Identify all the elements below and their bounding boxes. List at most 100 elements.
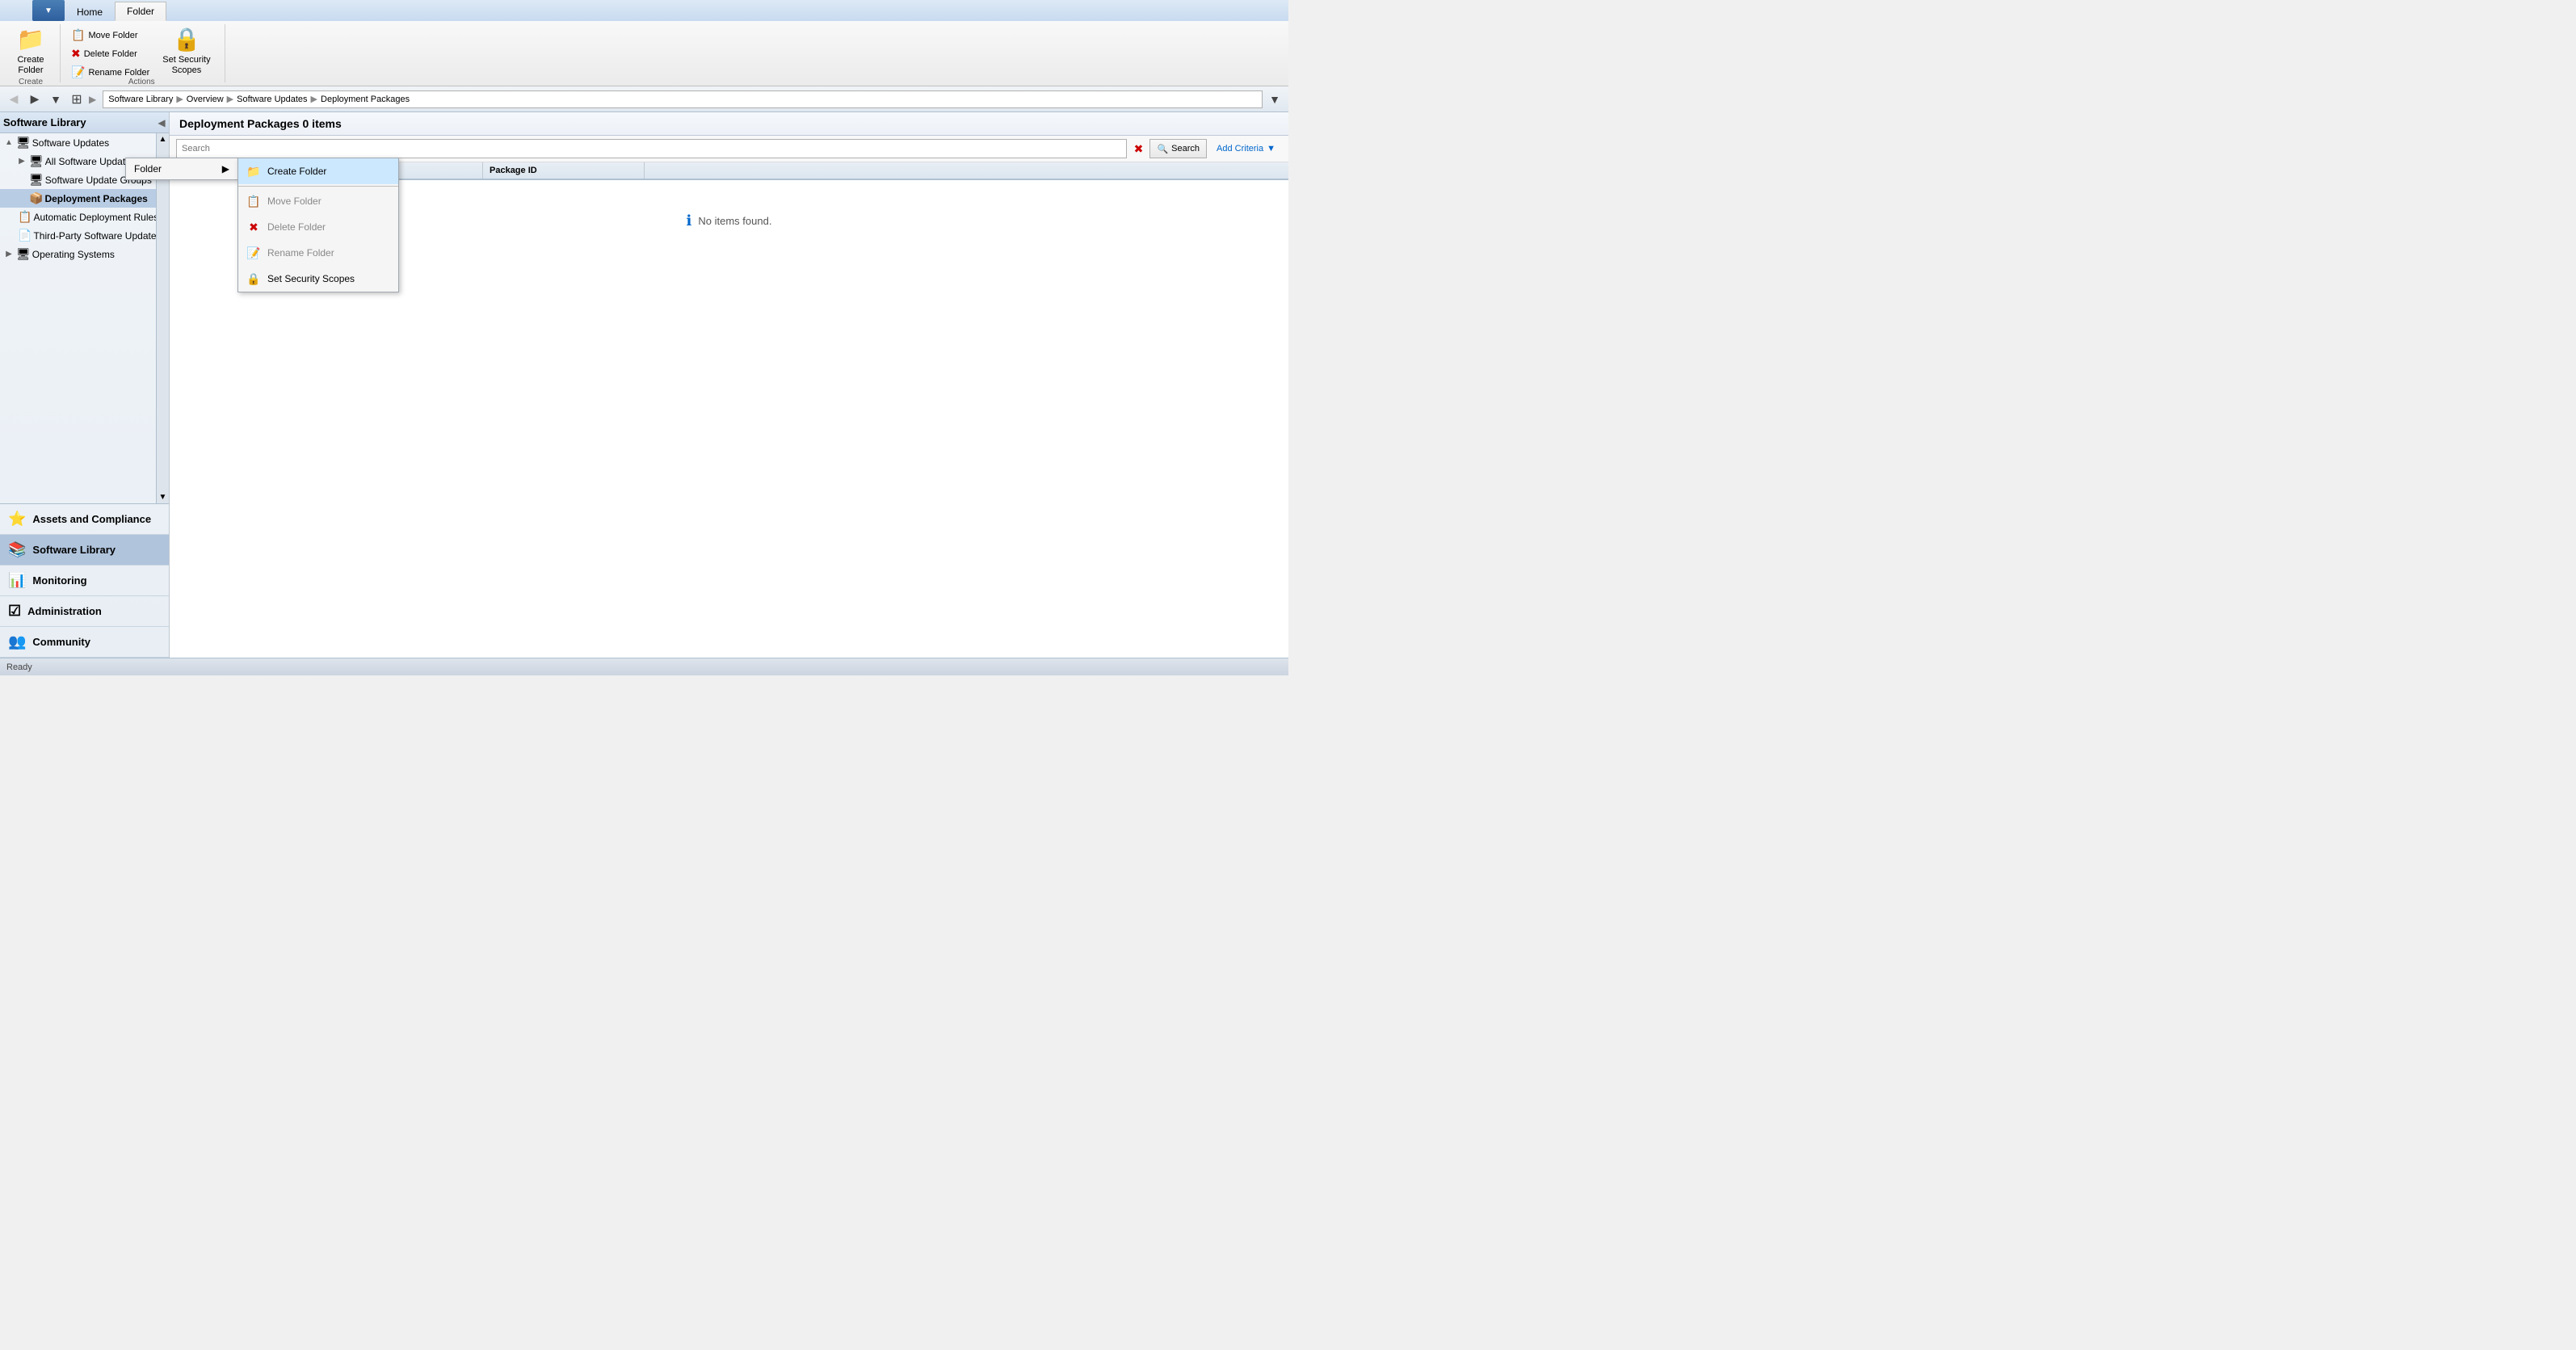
ribbon-group-create-buttons: 📁 CreateFolder <box>10 26 52 76</box>
table-resize-0[interactable]: ⬆ <box>170 162 176 179</box>
sidebar-scroll-down-icon[interactable]: ▼ <box>159 493 167 502</box>
app-menu-arrow-icon: ▼ <box>44 6 53 15</box>
column-name-label: Name <box>247 166 271 175</box>
add-criteria-button[interactable]: Add Criteria ▼ <box>1210 139 1282 158</box>
nav-item-monitoring[interactable]: 📊 Monitoring <box>0 566 169 596</box>
set-security-scopes-button[interactable]: 🔒 Set SecurityScopes <box>157 26 216 76</box>
community-icon: 👥 <box>8 633 26 650</box>
empty-message: ℹ No items found. <box>170 180 1288 262</box>
forward-button[interactable]: ▶ <box>26 90 44 108</box>
column-header-icon[interactable]: Icon <box>176 162 241 179</box>
column-package-id-label: Package ID <box>490 166 537 175</box>
nav-dropdown-button[interactable]: ▼ <box>47 90 65 108</box>
sidebar-collapse-button[interactable]: ◀ <box>154 116 169 130</box>
breadcrumb-item-overview[interactable]: Overview <box>187 95 224 104</box>
all-software-updates-icon: 🖥 <box>29 154 44 168</box>
move-folder-button[interactable]: 📋 Move Folder <box>67 26 153 44</box>
search-button[interactable]: 🔍 Search <box>1149 139 1207 158</box>
sidebar-title: Software Library <box>3 116 86 128</box>
status-text: Ready <box>6 662 32 672</box>
breadcrumb-item-library[interactable]: Software Library <box>108 95 173 104</box>
add-criteria-dropdown-icon: ▼ <box>1267 144 1275 154</box>
table-header: ⬆ Icon Name Package ID <box>170 162 1288 180</box>
os-icon: 🖥 <box>16 247 31 261</box>
main-layout: Software Library ◀ ▲ 🖥 Software Updates … <box>0 112 1288 658</box>
breadcrumb-item-deployment-packages[interactable]: Deployment Packages <box>321 95 410 104</box>
breadcrumb-dropdown-button[interactable]: ▼ <box>1266 90 1284 108</box>
delete-folder-button[interactable]: ✖ Delete Folder <box>67 44 153 63</box>
sidebar-label-third-party: Third-Party Software Update Catalogs <box>33 230 156 242</box>
sidebar-item-all-software-updates[interactable]: ▶ 🖥 All Software Updates <box>0 152 156 170</box>
ribbon-group-create: 📁 CreateFolder Create <box>5 24 61 82</box>
expand-icon-os[interactable]: ▶ <box>3 250 15 259</box>
sidebar-tree: ▲ 🖥 Software Updates ▶ 🖥 All Software Up… <box>0 133 156 503</box>
nav-item-community[interactable]: 👥 Community <box>0 627 169 658</box>
sidebar-item-deployment-packages[interactable]: 📦 Deployment Packages <box>0 189 156 208</box>
back-button[interactable]: ◀ <box>5 90 23 108</box>
column-header-name[interactable]: Name <box>241 162 483 179</box>
nav-item-administration-label: Administration <box>27 605 102 617</box>
rename-folder-label: Rename Folder <box>88 68 149 78</box>
ribbon-group-actions-buttons: 📋 Move Folder ✖ Delete Folder 📝 Rename F… <box>67 26 216 76</box>
nav-item-assets[interactable]: ⭐ Assets and Compliance <box>0 504 169 535</box>
info-icon: ℹ <box>687 212 692 229</box>
app-menu-button[interactable]: ▼ <box>32 0 65 21</box>
breadcrumb-sep-3: ▶ <box>311 94 317 104</box>
ribbon-small-action-buttons: 📋 Move Folder ✖ Delete Folder 📝 Rename F… <box>67 26 153 76</box>
sidebar-item-third-party-catalogs[interactable]: 📄 Third-Party Software Update Catalogs <box>0 226 156 245</box>
sidebar-label-os: Operating Systems <box>32 249 115 260</box>
administration-icon: ☑ <box>8 603 21 620</box>
sidebar-item-automatic-deployment-rules[interactable]: 📋 Automatic Deployment Rules <box>0 208 156 226</box>
status-bar: Ready <box>0 658 1288 675</box>
nav-item-software-library[interactable]: 📚 Software Library <box>0 535 169 566</box>
create-folder-button[interactable]: 📁 CreateFolder <box>10 26 52 76</box>
ribbon-group-actions-label: Actions <box>128 78 155 86</box>
add-criteria-label: Add Criteria <box>1217 144 1263 154</box>
sidebar-item-software-update-groups[interactable]: 🖥 Software Update Groups <box>0 170 156 189</box>
sidebar-scroll-up-icon[interactable]: ▲ <box>159 135 167 144</box>
search-icon: 🔍 <box>1157 144 1168 154</box>
breadcrumb[interactable]: Software Library ▶ Overview ▶ Software U… <box>103 90 1263 108</box>
search-button-label: Search <box>1171 144 1200 154</box>
column-header-package-id[interactable]: Package ID <box>483 162 645 179</box>
nav-item-administration[interactable]: ☑ Administration <box>0 596 169 627</box>
software-library-icon: 📚 <box>8 541 26 558</box>
sidebar-scroll-panel[interactable]: ▲ ▼ <box>156 133 169 503</box>
sidebar-item-operating-systems[interactable]: ▶ 🖥 Operating Systems <box>0 245 156 263</box>
expand-icon-software-updates[interactable]: ▲ <box>3 138 15 147</box>
move-folder-label: Move Folder <box>88 31 137 40</box>
sidebar: Software Library ◀ ▲ 🖥 Software Updates … <box>0 112 170 658</box>
breadcrumb-item-software-updates[interactable]: Software Updates <box>237 95 307 104</box>
search-clear-button[interactable]: ✖ <box>1130 141 1146 157</box>
column-header-empty <box>645 162 1288 179</box>
third-party-icon: 📄 <box>18 229 32 242</box>
content-title: Deployment Packages 0 items <box>179 117 342 130</box>
empty-message-text: No items found. <box>698 215 771 227</box>
deployment-packages-icon: 📦 <box>29 191 43 205</box>
expand-icon-all-software-updates[interactable]: ▶ <box>16 157 27 166</box>
ribbon-content: 📁 CreateFolder Create 📋 Move Folder ✖ De… <box>0 21 1288 86</box>
content-toolbar: ✖ 🔍 Search Add Criteria ▼ <box>170 136 1288 162</box>
tab-folder[interactable]: Folder <box>115 2 166 21</box>
software-updates-icon: 🖥 <box>16 136 31 149</box>
nav-item-assets-label: Assets and Compliance <box>32 513 151 525</box>
assets-icon: ⭐ <box>8 511 26 528</box>
sidebar-label-software-update-groups: Software Update Groups <box>45 175 152 186</box>
nav-item-software-library-label: Software Library <box>32 544 116 556</box>
ribbon: ▼ Home Folder 📁 CreateFolder Create 📋 Mo… <box>0 0 1288 86</box>
ribbon-tabs: ▼ Home Folder <box>0 0 1288 21</box>
breadcrumb-sep-2: ▶ <box>227 94 233 104</box>
folder-icon: 📁 <box>17 26 45 53</box>
monitoring-icon: 📊 <box>8 572 26 589</box>
sidebar-label-software-updates: Software Updates <box>32 137 109 149</box>
move-folder-icon: 📋 <box>71 28 85 42</box>
home-icon-button[interactable]: ⊞ <box>68 90 86 108</box>
nav-item-community-label: Community <box>32 636 90 648</box>
content-area: Deployment Packages 0 items ✖ 🔍 Search A… <box>170 112 1288 658</box>
content-table: ⬆ Icon Name Package ID ℹ No items found. <box>170 162 1288 658</box>
sidebar-item-software-updates[interactable]: ▲ 🖥 Software Updates <box>0 133 156 152</box>
rename-folder-icon: 📝 <box>71 65 85 79</box>
search-input[interactable] <box>176 139 1127 158</box>
sidebar-label-adr: Automatic Deployment Rules <box>33 212 156 223</box>
tab-home[interactable]: Home <box>65 2 115 21</box>
